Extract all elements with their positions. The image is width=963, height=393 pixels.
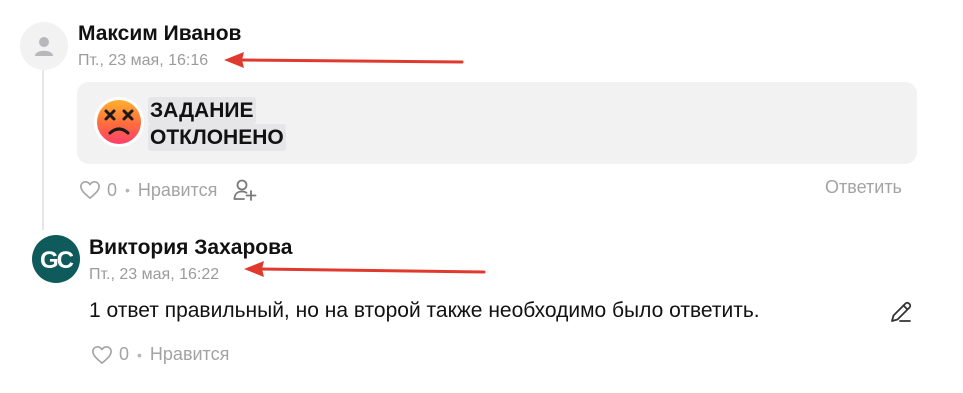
like-button[interactable]	[79, 180, 101, 200]
status-card: ЗАДАНИЕ ОТКЛОНЕНО	[77, 82, 917, 164]
separator-dot: •	[125, 182, 130, 198]
dizzy-face-emoji-icon	[94, 97, 144, 147]
mention-user-button[interactable]	[233, 179, 257, 201]
status-label: ЗАДАНИЕ ОТКЛОНЕНО	[148, 97, 286, 151]
status-label-line1: ЗАДАНИЕ	[148, 97, 256, 124]
annotation-arrow	[244, 261, 486, 277]
like-label[interactable]: Нравится	[150, 344, 229, 365]
thread-connector-line	[42, 70, 44, 230]
like-button[interactable]	[91, 345, 113, 365]
comment-actions: 0 • Нравится	[91, 344, 229, 365]
comment-timestamp: Пт., 23 мая, 16:22	[89, 266, 220, 283]
likes-count: 0	[119, 344, 130, 364]
annotation-arrow	[224, 52, 464, 68]
comment-text: 1 ответ правильный, но на второй также н…	[89, 299, 760, 322]
comment-timestamp: Пт., 23 мая, 16:16	[78, 52, 209, 69]
comment-author[interactable]: Максим Иванов	[78, 22, 241, 46]
add-user-icon	[233, 179, 257, 201]
status-label-line2: ОТКЛОНЕНО	[148, 124, 286, 151]
avatar[interactable]	[20, 22, 68, 70]
pencil-icon[interactable]	[888, 299, 914, 325]
like-label[interactable]: Нравится	[138, 180, 217, 201]
svg-text:GC: GC	[40, 247, 74, 274]
comment-actions: 0 • Нравится	[79, 179, 257, 201]
separator-dot: •	[137, 346, 142, 363]
avatar[interactable]: GC	[32, 235, 80, 283]
heart-icon	[92, 345, 112, 364]
avatar-monogram: GC	[40, 247, 76, 274]
heart-icon	[80, 181, 100, 199]
reply-button[interactable]: Ответить	[825, 177, 902, 198]
comment-author[interactable]: Виктория Захарова	[89, 236, 292, 260]
user-placeholder-icon	[35, 37, 53, 56]
likes-count: 0	[107, 179, 118, 200]
